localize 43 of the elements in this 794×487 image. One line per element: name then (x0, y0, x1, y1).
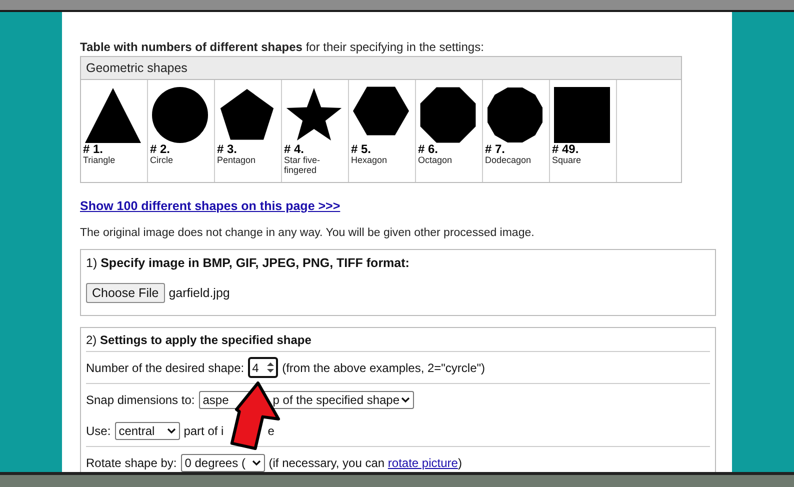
file-name: garfield.jpg (168, 286, 230, 300)
field-hint: (from the above examples, 2="cyrcle") (282, 360, 486, 374)
shape-number: # 6. (418, 143, 440, 155)
dropdown[interactable]: central (114, 422, 180, 440)
table-heading: Geometric shapes (80, 56, 682, 80)
field-hint: part of i (184, 424, 224, 438)
shape-number: # 7. (485, 143, 506, 155)
dropdown[interactable]: 0 degrees ( (180, 454, 265, 472)
field-label: Rotate shape by: (86, 456, 177, 470)
caret-icon (166, 428, 176, 434)
square-icon (554, 86, 610, 146)
shape-number: # 5. (351, 143, 372, 155)
choose-file-button[interactable]: Choose File (86, 283, 165, 303)
info-text: The original image does not change in any way. You will be given other processed image. (80, 227, 536, 239)
section-title: 1) Specify image in BMP, GIF, JPEG, PNG, TIFF format: (86, 256, 410, 270)
shape-name: Triangle (83, 155, 116, 165)
caret-icon (400, 396, 410, 402)
shape-number: # 3. (217, 143, 238, 155)
field-label: Snap dimensions to: (86, 392, 195, 406)
section-title: 2) Settings to apply the specified shape (86, 332, 312, 349)
caret-icon (252, 460, 261, 466)
intro-text: Table with numbers of different shapes for their specifying in the settings: (80, 40, 485, 54)
shape-number: # 2. (150, 143, 172, 155)
shape-name: Square (552, 155, 582, 165)
shape-name: Star five-fingered (284, 155, 322, 175)
field-hint: e (268, 424, 274, 438)
triangle-icon (85, 86, 141, 146)
show-shapes-link[interactable]: Show 100 different shapes on this page >>> (80, 199, 340, 213)
field-label: Use: (86, 424, 111, 438)
field-hint: (if necessary, you can rotate picture) (268, 456, 462, 470)
shape-name: Hexagon (351, 155, 388, 165)
circle-icon (152, 86, 208, 146)
spinner-icon (267, 362, 274, 373)
shape-number: # 4. (284, 143, 306, 155)
shape-name: Circle (150, 155, 174, 165)
shape-number: # 49. (552, 143, 580, 155)
number-field[interactable]: 4 (248, 357, 278, 378)
shape-name: Dodecagon (485, 155, 532, 165)
shape-name: Pentagon (217, 155, 257, 165)
shape-number: # 1. (83, 143, 104, 155)
field-label: Number of the desired shape: (86, 360, 244, 374)
rotate-picture-link[interactable]: rotate picture (388, 456, 458, 470)
shape-name: Octagon (418, 155, 454, 165)
